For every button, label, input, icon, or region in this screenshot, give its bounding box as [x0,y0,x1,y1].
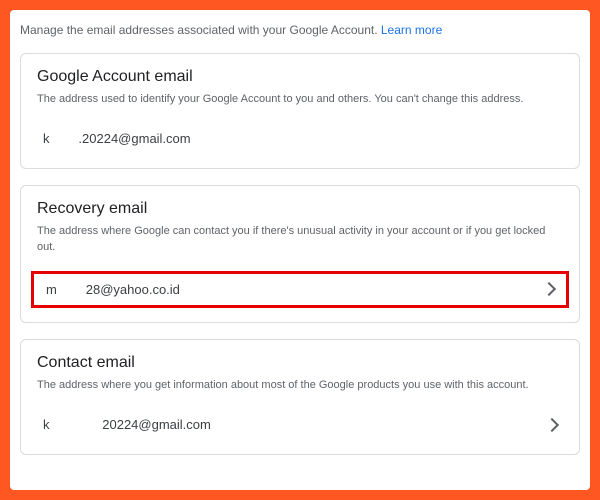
intro-message: Manage the email addresses associated wi… [20,23,381,37]
intro-text: Manage the email addresses associated wi… [20,22,580,39]
section-description: The address where Google can contact you… [37,224,563,255]
learn-more-link[interactable]: Learn more [381,23,442,37]
section-description: The address where you get information ab… [37,378,563,393]
chevron-right-icon [542,282,556,296]
email-settings-panel: Manage the email addresses associated wi… [10,10,590,490]
contact-email-value: kurniawan20224@gmail.com [43,417,211,432]
google-account-email-card: Google Account email The address used to… [20,53,580,169]
section-title: Google Account email [37,68,563,86]
contact-email-card: Contact email The address where you get … [20,339,580,455]
recovery-email-value: murnia28@yahoo.co.id [46,282,180,297]
chevron-right-icon [545,418,559,432]
recovery-email-card: Recovery email The address where Google … [20,185,580,323]
account-email-value: kurnia.20224@gmail.com [43,131,191,146]
section-title: Contact email [37,354,563,372]
recovery-email-row[interactable]: murnia28@yahoo.co.id [31,271,569,308]
contact-email-row[interactable]: kurniawan20224@gmail.com [37,409,563,440]
account-email-row: kurnia.20224@gmail.com [37,123,563,154]
section-description: The address used to identify your Google… [37,92,563,107]
section-title: Recovery email [37,200,563,218]
